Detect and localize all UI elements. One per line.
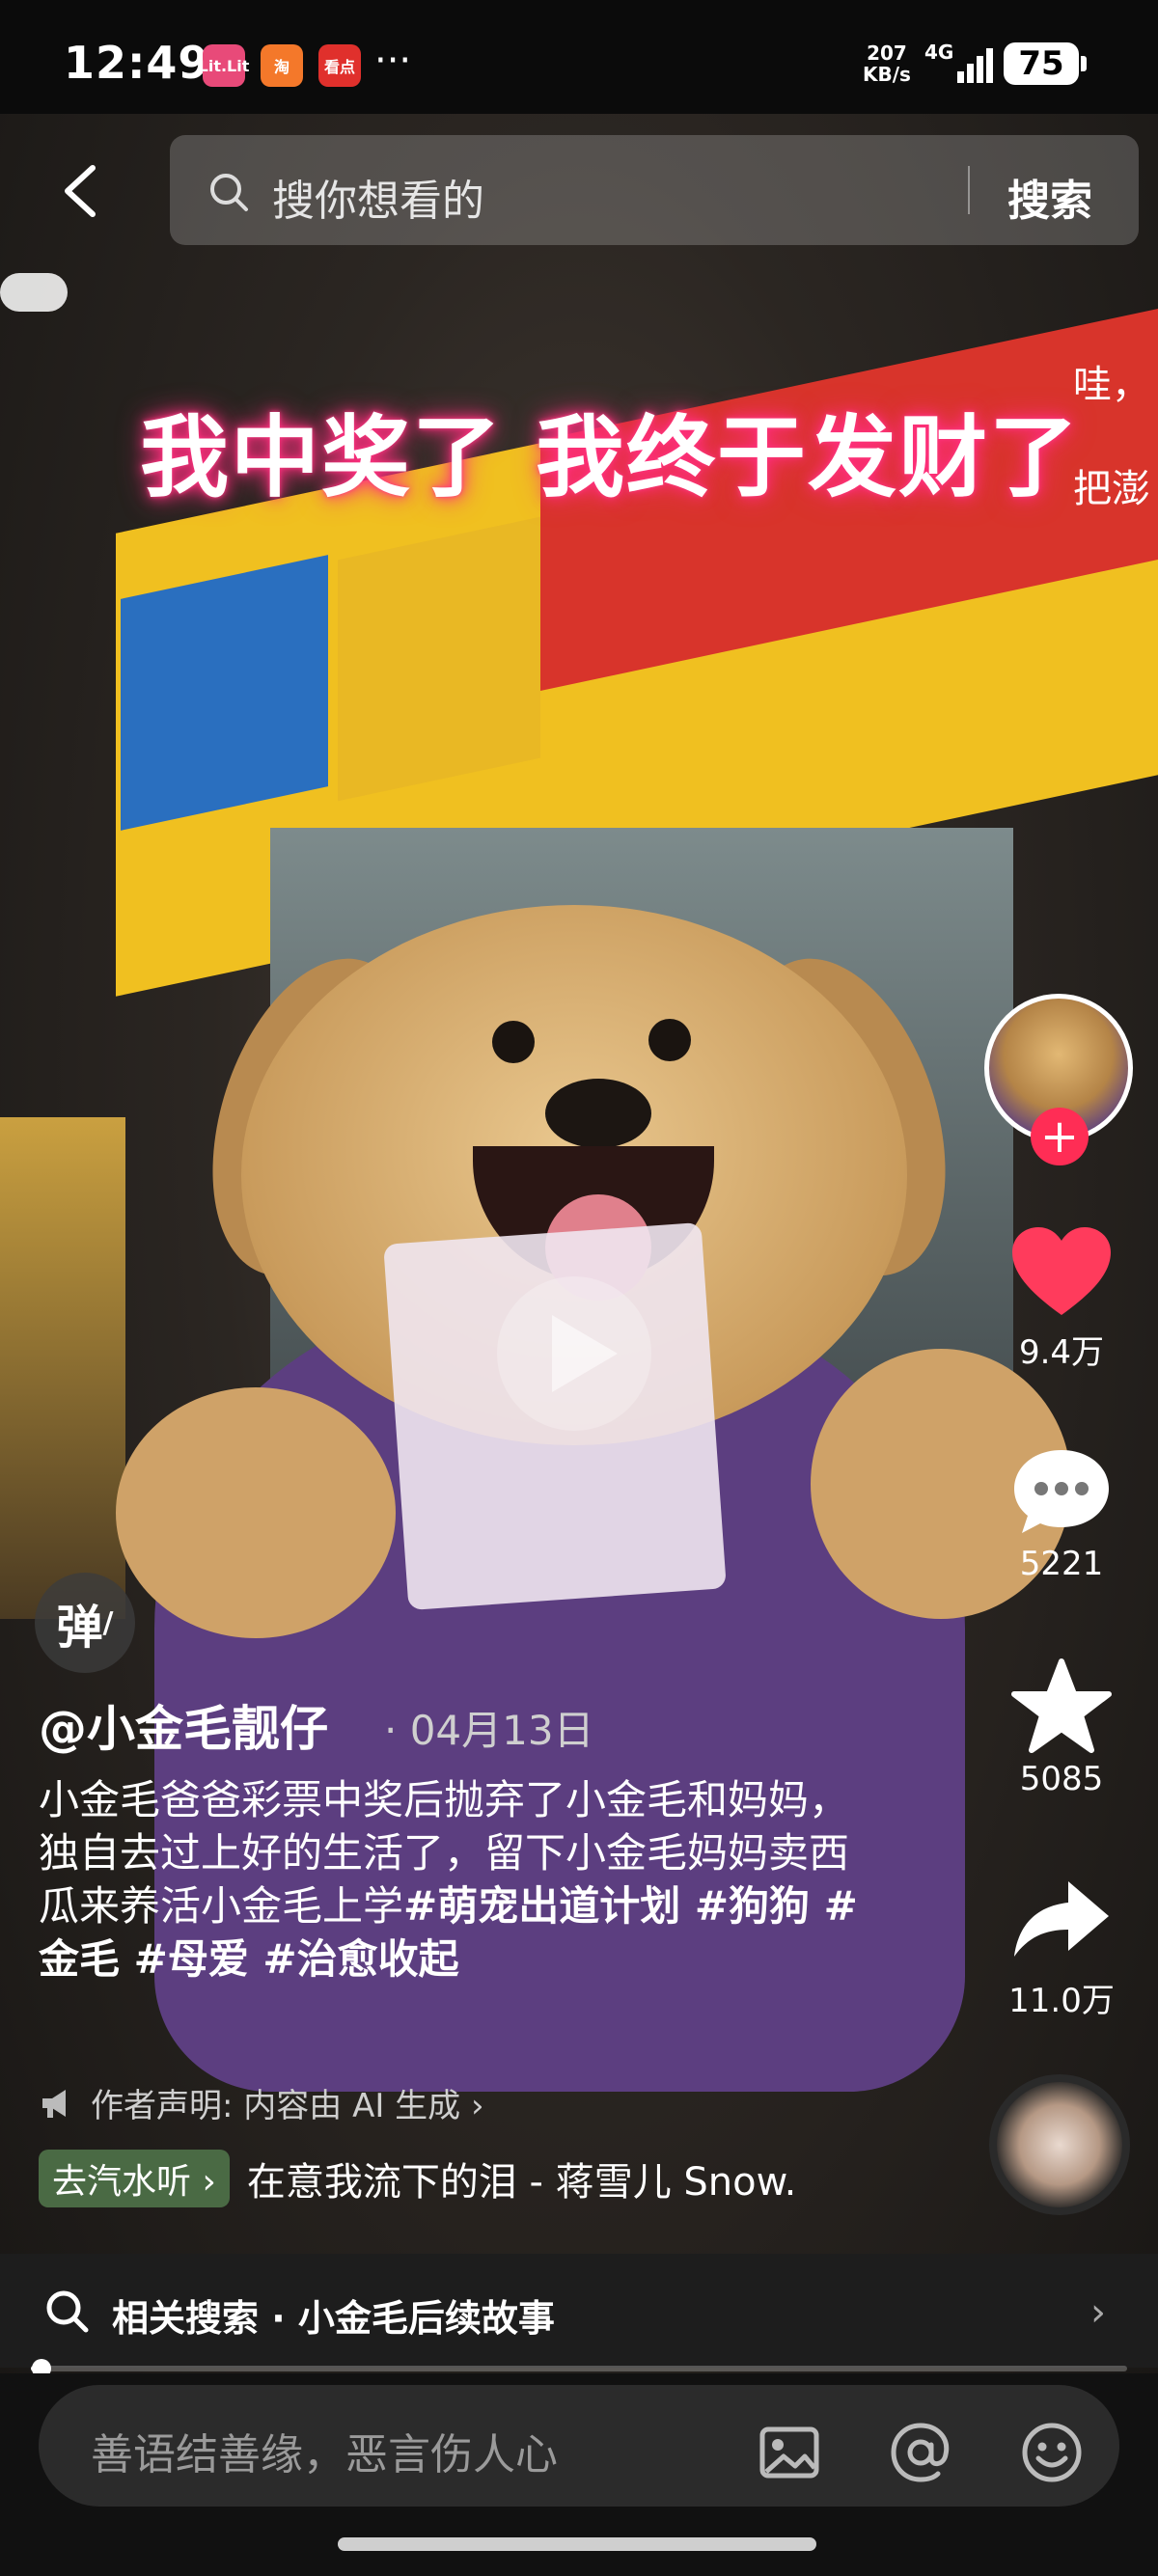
share-button[interactable]: 11.0万	[999, 1872, 1124, 2021]
comment-count: 5221	[1019, 1545, 1104, 1583]
dog-nose	[545, 1079, 651, 1148]
listen-in-qishui-button[interactable]: 去汽水听 ›	[39, 2150, 230, 2207]
dog-eye-left	[492, 1021, 535, 1063]
battery-tip	[1081, 56, 1087, 71]
music-disc[interactable]	[989, 2074, 1130, 2215]
danmu-toggle-button[interactable]: 弹 ∕	[35, 1573, 135, 1673]
shop-window-left	[0, 1117, 125, 1619]
image-icon[interactable]	[757, 2420, 822, 2485]
dog-paw-left	[116, 1387, 396, 1638]
app-notification-icon-litlit: Lit.Lit	[199, 44, 249, 87]
share-count: 11.0万	[1008, 1982, 1115, 2020]
star-icon	[1011, 1658, 1112, 1753]
search-button[interactable]: 搜索	[1007, 166, 1092, 228]
status-time: 12:49	[64, 37, 210, 89]
comment-bubble-icon	[1014, 1450, 1109, 1533]
dog-eye-right	[648, 1019, 691, 1061]
comment-input[interactable]: 善语结善缘，恶言伤人心	[91, 2420, 558, 2481]
follow-button[interactable]: +	[1031, 1108, 1089, 1165]
at-icon[interactable]	[888, 2420, 953, 2485]
search-input[interactable]: 搜你想看的	[272, 166, 484, 228]
heart-icon	[1012, 1227, 1111, 1315]
video-overlay-caption: 我中奖了 我终于发财了	[140, 406, 1081, 509]
network-speed: 207 KB/s	[863, 41, 911, 86]
post-date: · 04月13日	[384, 1707, 594, 1754]
emoji-icon[interactable]	[1019, 2420, 1085, 2485]
video-side-caption: 哇， 把澎	[1073, 363, 1150, 511]
music-row[interactable]: 去汽水听 › 在意我流下的泪 - 蒋雪儿 Snow.	[39, 2150, 796, 2207]
search-icon	[46, 2290, 89, 2333]
home-indicator[interactable]	[338, 2537, 816, 2551]
ceiling-light	[0, 273, 68, 312]
video-description[interactable]: 小金毛爸爸彩票中奖后抛弃了小金毛和妈妈，独自去过上好的生活了，留下小金毛妈妈卖西…	[39, 1773, 888, 1986]
play-icon[interactable]	[492, 1272, 656, 1436]
ai-declaration-text: 作者声明: 内容由 AI 生成 ›	[91, 2087, 484, 2125]
search-icon	[210, 174, 248, 211]
video-progress-track[interactable]	[31, 2366, 1127, 2371]
chevron-right-icon: ›	[1090, 2290, 1106, 2335]
signal-icon	[957, 48, 993, 83]
favorite-button[interactable]: 5085	[999, 1658, 1124, 1798]
app-notification-icon-taobao: 淘	[261, 44, 303, 87]
author-name[interactable]: @小金毛靓仔	[39, 1690, 328, 1760]
lottery-logo-blue	[121, 555, 328, 831]
comment-button[interactable]: 5221	[999, 1442, 1124, 1583]
lottery-logo-yellow	[338, 516, 540, 802]
related-search-text[interactable]: 相关搜索 · 小金毛后续故事	[112, 2288, 555, 2342]
favorite-count: 5085	[1019, 1760, 1104, 1798]
megaphone-icon	[42, 2089, 66, 2118]
search-divider	[968, 166, 970, 214]
like-count: 9.4万	[1018, 1333, 1105, 1372]
ai-declaration[interactable]: 作者声明: 内容由 AI 生成 ›	[39, 2079, 484, 2126]
battery-indicator: 75	[1004, 42, 1079, 85]
app-notification-icon-kandian: 看点	[318, 44, 361, 87]
back-icon[interactable]	[56, 162, 104, 220]
music-title[interactable]: 在意我流下的泪 - 蒋雪儿 Snow.	[247, 2151, 797, 2206]
share-arrow-icon	[1014, 1881, 1109, 1957]
more-notifications-icon: ···	[374, 39, 412, 83]
like-button[interactable]: 9.4万	[999, 1223, 1124, 1373]
